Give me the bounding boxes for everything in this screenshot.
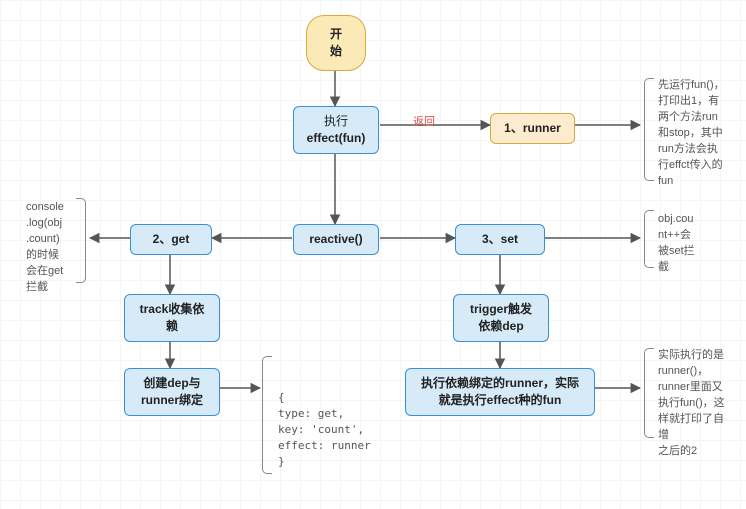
note-get: console .log(obj .count) 的时候 会在get 拦截 <box>24 198 76 298</box>
bracket-execdep <box>644 348 654 438</box>
node-trigger-l2: 依赖dep <box>464 318 538 335</box>
node-set: 3、set <box>455 224 545 255</box>
node-start: 开始 <box>306 15 366 71</box>
edge-label-return: 返回 <box>413 113 435 129</box>
node-execdep-l2: 就是执行effect种的fun <box>416 392 584 409</box>
node-depbind-l2: runner绑定 <box>135 392 209 409</box>
node-execdep-l1: 执行依赖绑定的runner，实际 <box>416 375 584 392</box>
note-runner: 先运行fun()， 打印出1，有 两个方法run 和stop，其中 run方法会… <box>656 76 734 192</box>
node-trigger-l1: trigger触发 <box>464 301 538 318</box>
bracket-depbind <box>262 356 272 474</box>
note-set: obj.cou nt++会 被set拦 截 <box>656 210 716 278</box>
node-effect: 执行 effect(fun) <box>293 106 379 154</box>
node-runner-label: 1、runner <box>504 121 561 135</box>
node-set-label: 3、set <box>482 232 518 246</box>
node-execdep: 执行依赖绑定的runner，实际 就是执行effect种的fun <box>405 368 595 416</box>
bracket-set <box>644 210 654 268</box>
bracket-get <box>76 198 86 283</box>
node-track-l1: track收集依 <box>135 301 209 318</box>
node-effect-l2: effect(fun) <box>304 130 368 147</box>
bracket-runner <box>644 78 654 181</box>
note-execdep: 实际执行的是 runner()， runner里面又 执行fun()，这 样就打… <box>656 346 736 462</box>
node-effect-l1: 执行 <box>304 113 368 130</box>
node-depbind: 创建dep与 runner绑定 <box>124 368 220 416</box>
node-reactive: reactive() <box>293 224 379 255</box>
node-trigger: trigger触发 依赖dep <box>453 294 549 342</box>
node-track: track收集依 赖 <box>124 294 220 342</box>
node-track-l2: 赖 <box>135 318 209 335</box>
node-get-label: 2、get <box>153 232 190 246</box>
node-runner: 1、runner <box>490 113 575 144</box>
node-depbind-l1: 创建dep与 <box>135 375 209 392</box>
node-reactive-label: reactive() <box>309 232 362 246</box>
note-depbind: { type: get, key: 'count', effect: runne… <box>276 388 386 472</box>
node-get: 2、get <box>130 224 212 255</box>
node-start-label: 开始 <box>330 27 342 58</box>
